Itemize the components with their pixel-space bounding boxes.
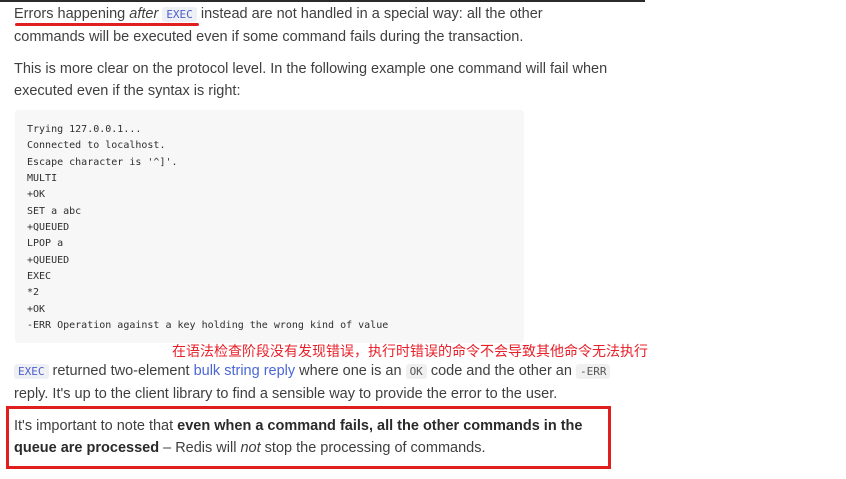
code-line: Trying 127.0.0.1...	[27, 124, 142, 135]
p3-text-c: code and the other an	[426, 363, 576, 379]
p4-text-b: – Redis will	[159, 440, 241, 456]
code-line: -ERR Operation against a key holding the…	[27, 320, 389, 332]
code-line: +QUEUED	[27, 254, 70, 266]
p4-italic: not	[240, 440, 261, 456]
p3-text-d: reply. It's up to the client library to …	[14, 386, 558, 402]
code-line: Connected to localhost.	[27, 140, 166, 152]
top-divider	[0, 0, 645, 2]
paragraph-protocol-level: This is more clear on the protocol level…	[14, 61, 608, 99]
p3-code-exec: EXEC	[14, 364, 49, 379]
p4-text-a: It's important to note that	[14, 418, 178, 434]
p1-text-after: after	[129, 6, 159, 22]
bulk-string-reply-link[interactable]: bulk string reply	[194, 363, 296, 379]
code-line: Escape character is '^]'.	[27, 156, 178, 168]
code-line: MULTI	[27, 173, 58, 185]
code-line: +QUEUED	[27, 222, 70, 234]
chinese-annotation: 在语法检查阶段没有发现错误，执行时错误的命令不会导致其他命令无法执行	[172, 344, 648, 360]
code-line: EXEC	[27, 271, 52, 283]
code-line: *2	[27, 287, 40, 299]
code-line: +OK	[27, 189, 46, 201]
code-line: LPOP a	[27, 238, 64, 250]
p3-code-err: -ERR	[575, 364, 611, 379]
p3-code-ok: OK	[405, 364, 427, 379]
paragraph-important-note: It's important to note that even when a …	[14, 415, 604, 459]
p3-text-a: returned two-element	[48, 363, 194, 379]
p1-text-a: Errors happening	[14, 6, 130, 22]
code-line: +OK	[27, 303, 46, 315]
p3-text-b: where one is an	[295, 363, 406, 379]
p1-code-exec: EXEC	[162, 7, 197, 22]
code-line: SET a abc	[27, 205, 82, 217]
paragraph-exec-returned: EXEC returned two-element bulk string re…	[14, 360, 614, 405]
code-block: Trying 127.0.0.1... Connected to localho…	[15, 110, 524, 343]
code-block-content: Trying 127.0.0.1... Connected to localho…	[15, 110, 524, 334]
red-underline-annotation	[15, 23, 199, 26]
p4-text-c: stop the processing of commands.	[260, 440, 486, 456]
